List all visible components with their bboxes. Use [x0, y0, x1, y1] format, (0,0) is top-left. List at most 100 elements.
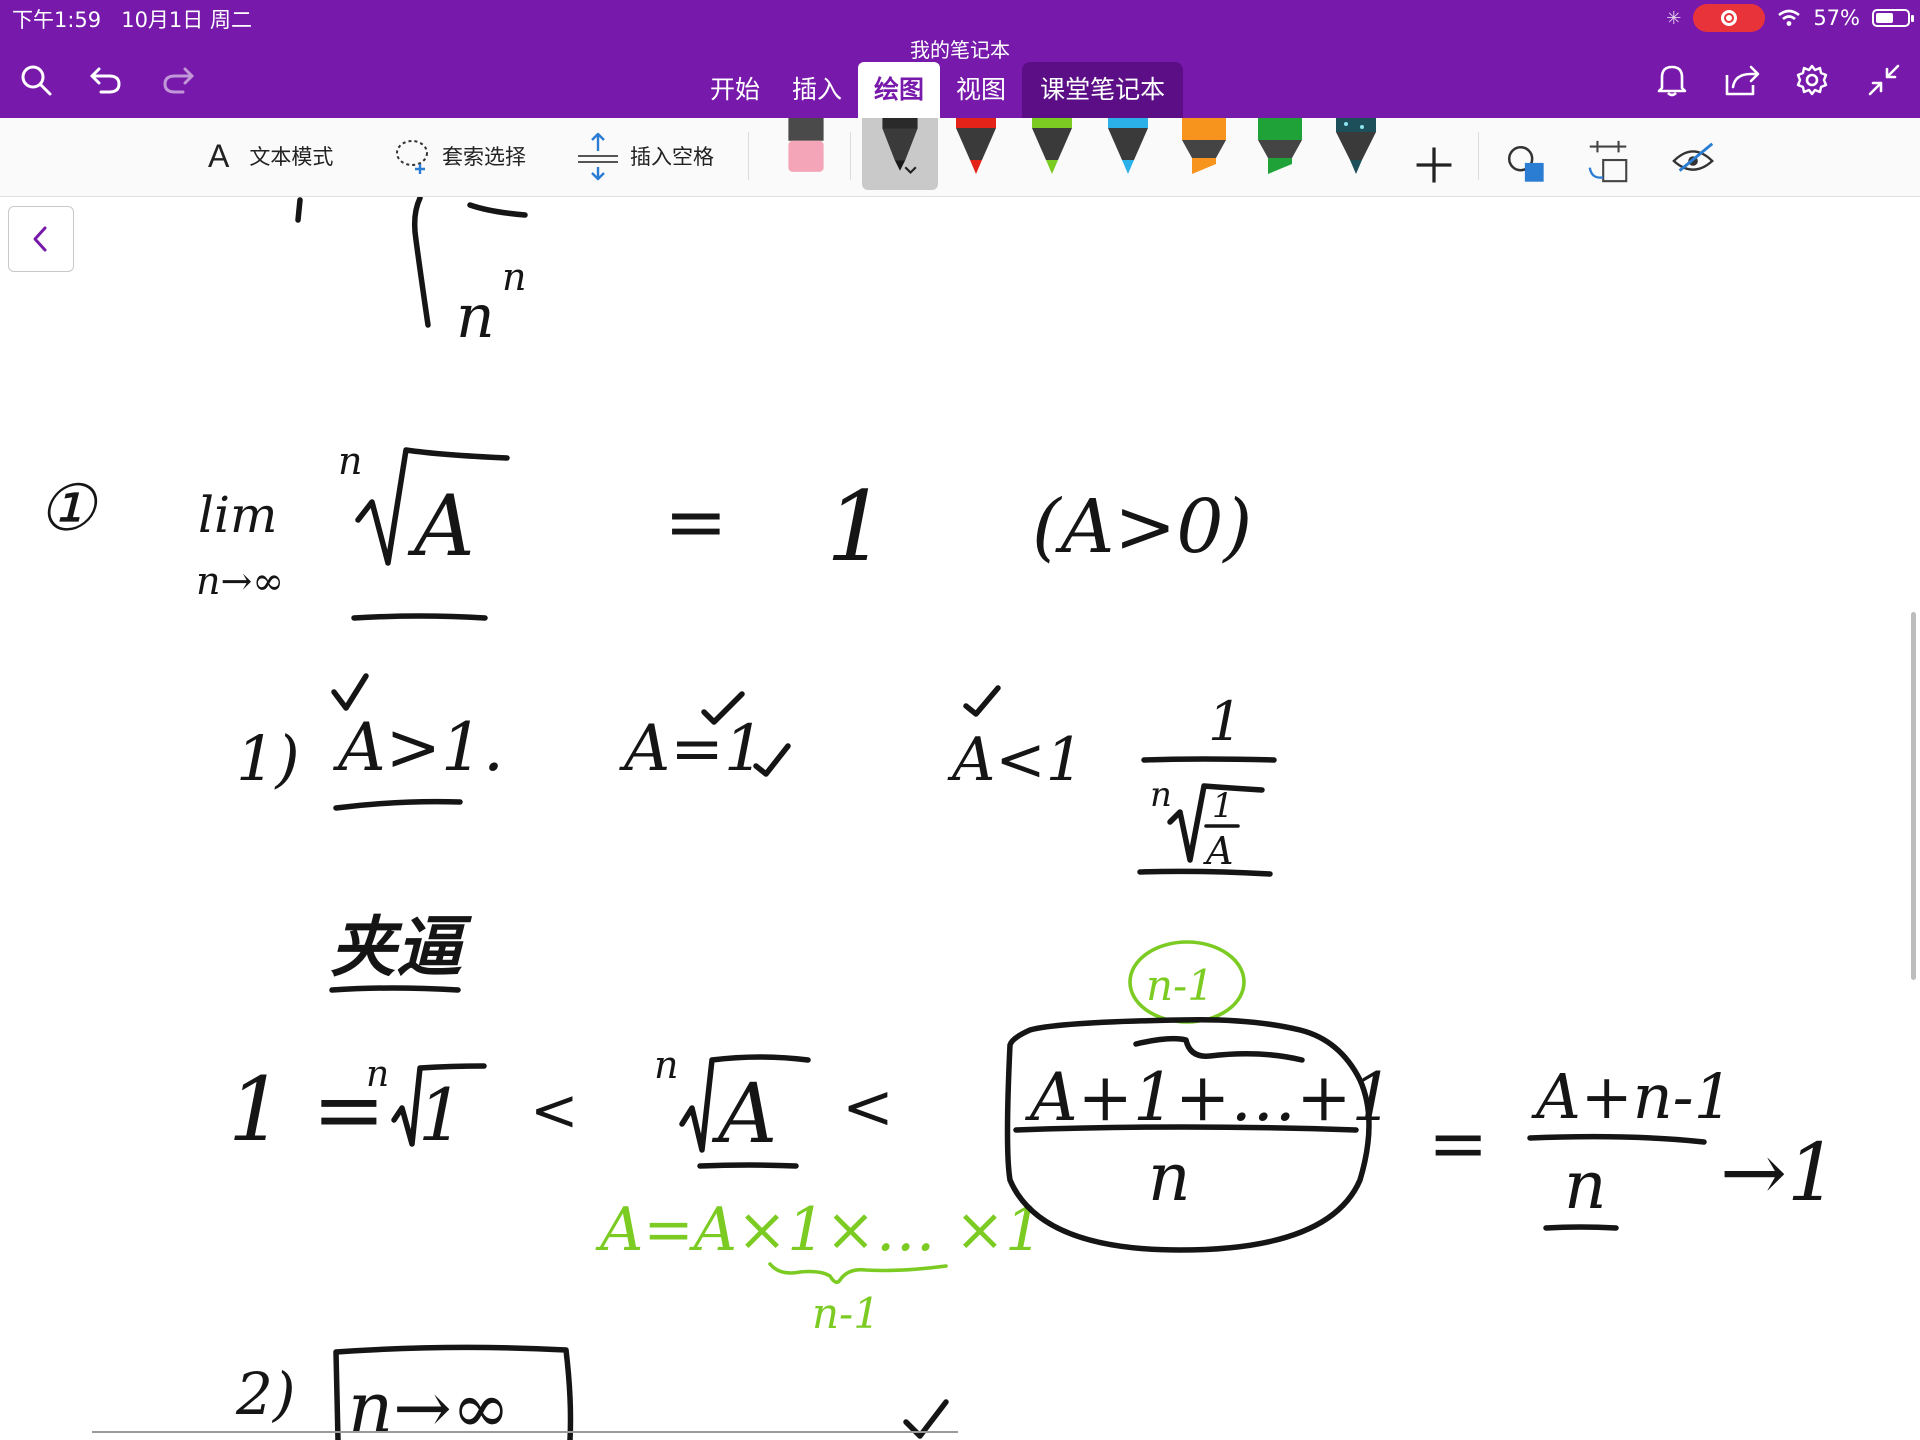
text-mode-icon: A: [208, 137, 230, 174]
ink-check: [903, 1399, 949, 1439]
ink-frac-bar: [1141, 756, 1277, 763]
notebook-title: 我的笔记本: [910, 38, 1010, 62]
ribbon-separator: [748, 132, 749, 180]
black-pen-icon[interactable]: [876, 118, 924, 176]
red-pen-icon[interactable]: [952, 118, 1000, 176]
ink-one: 1: [826, 471, 887, 583]
shapes-icon[interactable]: [1504, 136, 1552, 194]
ink-stroke: [467, 202, 528, 218]
app-header: 下午1:59 10月1日 周二 ✳ 57% 我的笔记本 开始 插入 绘图 视图 …: [0, 0, 1920, 118]
ink-lim: lim: [198, 486, 277, 544]
search-icon[interactable]: [14, 58, 58, 102]
collapse-icon[interactable]: [1862, 58, 1906, 102]
ink-underline: [1137, 868, 1273, 877]
tab-draw[interactable]: 绘图: [858, 62, 941, 118]
green-highlighter-icon[interactable]: [1256, 118, 1304, 176]
ribbon-tabs: 开始 插入 绘图 视图 课堂笔记本: [694, 62, 1184, 118]
tab-home[interactable]: 开始: [694, 62, 776, 118]
status-time: 下午1:59: [12, 8, 102, 32]
tab-view[interactable]: 视图: [940, 62, 1022, 118]
ink-frac-den-index: n: [1150, 775, 1172, 815]
insert-space-button[interactable]: 插入空格: [576, 132, 714, 181]
ink-equals: =: [664, 477, 728, 566]
ink-check: [331, 673, 369, 711]
tab-class-notebook[interactable]: 课堂笔记本: [1022, 62, 1184, 118]
orange-highlighter-icon[interactable]: [1180, 118, 1228, 176]
status-date: 10月1日 周二: [121, 8, 252, 32]
ink-item-number: ①: [38, 472, 99, 546]
ink-ineq-left: 1 =: [228, 1058, 386, 1161]
lasso-label: 套索选择: [442, 145, 526, 169]
record-icon: [1721, 10, 1738, 26]
ink-root-A: A: [407, 477, 475, 575]
ink-green-brace: [768, 1262, 948, 1285]
battery-percent: 57%: [1813, 6, 1860, 30]
lasso-icon: [396, 140, 428, 174]
ink-brace: [411, 197, 431, 328]
ink-lt-1: <: [530, 1076, 579, 1144]
ink-brace-top: [1133, 1035, 1305, 1063]
ink-am-denominator: n: [1148, 1139, 1191, 1216]
ink-top-n: n: [456, 282, 495, 352]
text-mode-button[interactable]: A 文本模式: [208, 136, 333, 176]
ink-case-gt: A>1.: [332, 709, 504, 786]
insert-space-label: 插入空格: [630, 145, 714, 169]
tab-insert[interactable]: 插入: [776, 62, 858, 118]
ink-frac-den-A: A: [1203, 829, 1233, 873]
ink-result-denominator: n: [1564, 1147, 1607, 1224]
ink-frac-den-num: 1: [1212, 786, 1234, 826]
share-icon[interactable]: [1720, 58, 1764, 102]
gear-icon[interactable]: [1790, 58, 1834, 102]
ink-frac-num: 1: [1208, 690, 1242, 753]
ink-green-n-minus-1-top: n-1: [1146, 961, 1214, 1010]
wifi-icon: [1778, 9, 1801, 26]
activity-icon: ✳: [1666, 7, 1682, 29]
ink-case-lt: A<1: [947, 725, 1084, 795]
ink-condition: (A>0): [1032, 484, 1252, 570]
ink-underline: [329, 985, 461, 993]
ink-lim-sub: n→∞: [196, 559, 284, 603]
ink-underline: [1543, 1224, 1619, 1231]
green-pen-icon[interactable]: [1028, 118, 1076, 176]
ink-lt-2: <: [842, 1070, 894, 1143]
battery-fill: [1876, 13, 1893, 23]
eraser-icon[interactable]: [782, 118, 830, 176]
ink-ineq-root2-A: A: [711, 1067, 777, 1162]
ink-ineq-root2-index: n: [654, 1043, 678, 1087]
ink-ineq-root-one: 1: [418, 1073, 464, 1157]
ink-root-index: n: [338, 439, 362, 483]
status-bar-right: ✳ 57%: [1666, 4, 1914, 32]
ink-arrow-to: →1: [1720, 1126, 1838, 1219]
ink-stroke: [295, 197, 303, 223]
ink-top-n-power: n: [502, 255, 526, 299]
lasso-select-button[interactable]: 套索选择: [392, 136, 526, 176]
screen-record-indicator[interactable]: [1693, 4, 1766, 32]
ink-check: [963, 685, 1001, 717]
ink-am-bar: [1013, 1124, 1359, 1133]
ribbon-separator: [1478, 132, 1479, 180]
ink-case-num-2: 2): [235, 1360, 296, 1428]
battery-icon: [1872, 9, 1914, 27]
redo-icon[interactable]: [156, 58, 200, 102]
ink-to-shape-icon[interactable]: [1584, 132, 1632, 190]
undo-icon[interactable]: [84, 58, 128, 102]
insert-space-icon: [578, 132, 618, 181]
ink-result-numerator: A+n-1: [1531, 1060, 1733, 1133]
ink-ineq-root-index: n: [366, 1054, 389, 1095]
ink-underline: [351, 613, 488, 621]
ink-squeeze-title: 夹逼: [330, 908, 473, 986]
status-bar-left: 下午1:59 10月1日 周二: [12, 4, 252, 34]
ink-green-expansion: A=A×1×… ×1: [595, 1195, 1043, 1265]
text-mode-label: 文本模式: [249, 145, 334, 169]
ink-replay-icon[interactable]: [1670, 132, 1718, 190]
bell-icon[interactable]: [1650, 58, 1694, 102]
ink-case2-box: n→∞: [348, 1367, 510, 1440]
add-pen-icon[interactable]: [1410, 136, 1458, 194]
blue-pen-icon[interactable]: [1104, 118, 1152, 176]
galaxy-pen-icon[interactable]: [1332, 118, 1380, 176]
note-canvas[interactable]: n n ① lim n→∞ n A = 1 (A>0) 1) A>1. A = 1 …: [0, 197, 1920, 1440]
ink-green-n-minus-1-bottom: n-1: [812, 1289, 880, 1338]
ink-case-eq: A=1: [619, 712, 765, 786]
ink-underline: [697, 1162, 799, 1169]
draw-ribbon: A 文本模式 套索选择 插入空格: [0, 118, 1920, 197]
